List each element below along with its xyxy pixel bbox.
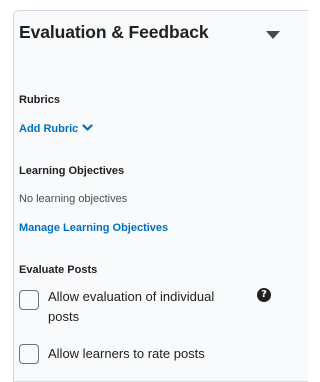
allow-evaluation-label-line1: Allow evaluation of individual — [48, 289, 215, 304]
panel-title: Evaluation & Feedback — [19, 22, 209, 42]
question-circle-icon[interactable]: ? — [257, 288, 271, 302]
chevron-down-icon — [82, 123, 93, 131]
add-rubric-button[interactable]: Add Rubric — [19, 123, 93, 135]
allow-rate-posts-label: Allow learners to rate posts — [48, 346, 205, 361]
rubrics-label: Rubrics — [19, 94, 60, 106]
no-learning-objectives-text: No learning objectives — [19, 193, 128, 205]
caret-down-icon[interactable] — [266, 31, 280, 39]
allow-evaluation-checkbox[interactable] — [19, 290, 39, 310]
learning-objectives-label: Learning Objectives — [19, 165, 125, 177]
evaluate-posts-label: Evaluate Posts — [19, 264, 98, 276]
allow-evaluation-label: Allow evaluation of individual posts — [48, 287, 214, 327]
manage-learning-objectives-link[interactable]: Manage Learning Objectives — [19, 222, 168, 234]
add-rubric-label: Add Rubric — [19, 123, 79, 135]
allow-evaluation-label-line2: posts — [48, 309, 80, 324]
allow-rate-posts-checkbox[interactable] — [19, 344, 39, 364]
